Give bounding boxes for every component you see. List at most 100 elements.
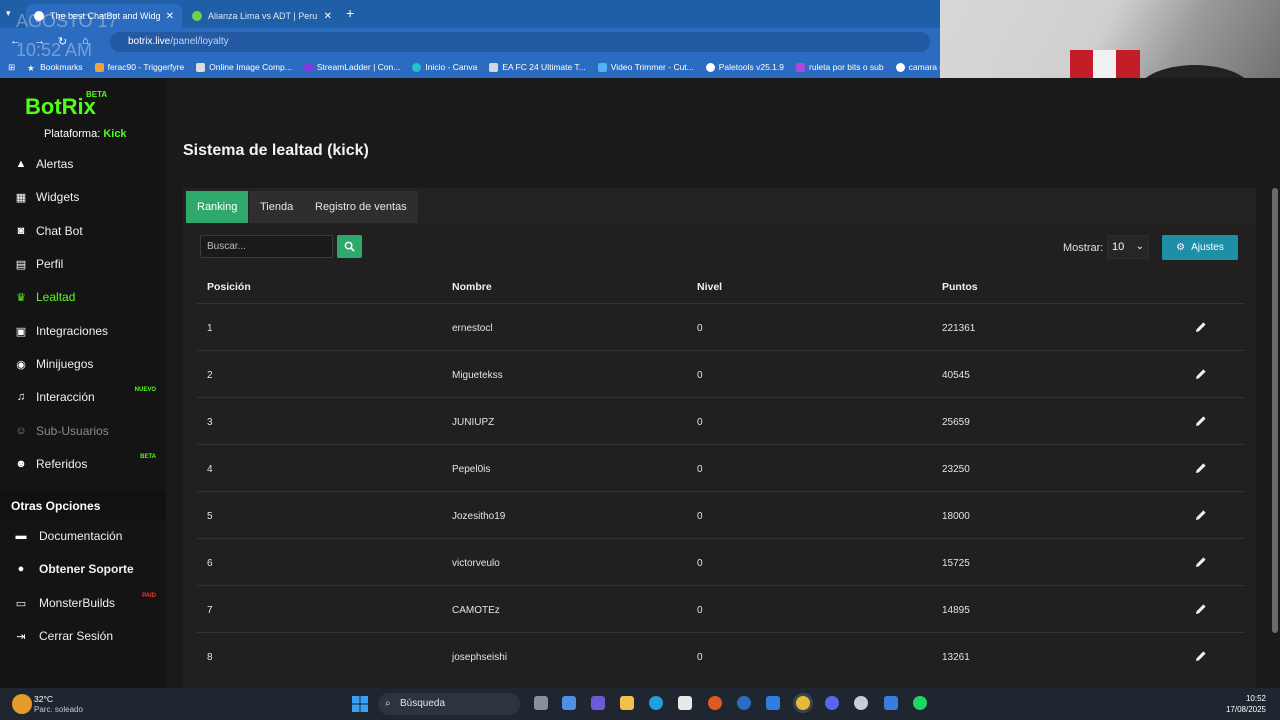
sidebar-item-perfil[interactable]: ▤ Perfil	[0, 249, 166, 279]
cell-points: 13261	[942, 652, 970, 663]
app-icon[interactable]	[854, 696, 868, 710]
windows-start-icon[interactable]	[352, 696, 368, 712]
edit-pencil-icon[interactable]	[1195, 415, 1207, 427]
edit-pencil-icon[interactable]	[1195, 603, 1207, 615]
weather-sun-icon[interactable]	[12, 694, 32, 714]
bookmark-item[interactable]: Video Trimmer - Cut...	[597, 62, 694, 72]
app-icon[interactable]	[884, 696, 898, 710]
music-icon: ♫	[16, 391, 26, 403]
cell-points: 18000	[942, 511, 970, 522]
sidebar-item-monsterbuilds[interactable]: ▭ MonsterBuilds PAID	[0, 588, 166, 618]
discord-icon[interactable]	[825, 696, 839, 710]
page-scrollbar[interactable]	[1270, 188, 1280, 688]
browser-tab-alianza[interactable]: Alianza Lima vs ADT | Peru Liga ✕	[184, 4, 340, 28]
new-tab-icon[interactable]: +	[346, 5, 354, 21]
task-view-icon[interactable]	[534, 696, 548, 710]
sidebar-item-label: Obtener Soporte	[39, 562, 134, 576]
cell-position: 2	[207, 370, 213, 381]
sidebar-item-chat-bot[interactable]: ◙ Chat Bot	[0, 216, 166, 246]
bookmark-item[interactable]: ferac90 - Triggerfyre	[94, 62, 184, 72]
sidebar-item-interaccion[interactable]: ♫ Interacción NUEVO	[0, 382, 166, 412]
search-input[interactable]: Buscar...	[200, 235, 333, 258]
help-icon: ●	[17, 563, 25, 575]
bookmark-item[interactable]: Inicio - Canva	[412, 62, 477, 72]
tab-registro-ventas[interactable]: Registro de ventas	[304, 191, 418, 223]
search-button[interactable]	[337, 235, 362, 258]
bookmark-item[interactable]: Paletools v25.1.9	[705, 62, 784, 72]
sidebar-item-minijuegos[interactable]: ◉ Minijuegos	[0, 349, 166, 379]
cell-level: 0	[697, 464, 703, 475]
sidebar-item-label: Lealtad	[36, 290, 76, 304]
photos-icon[interactable]	[766, 696, 780, 710]
column-header-posicion[interactable]: Posición	[207, 281, 251, 293]
cell-level: 0	[697, 417, 703, 428]
page-size-select[interactable]: 10 ⌄	[1107, 235, 1149, 259]
sidebar-item-label: Alertas	[36, 157, 74, 171]
tab-search-chevron-icon[interactable]: ▾	[6, 8, 11, 19]
bookmarks-bar: ⊞ ★ Bookmarks ferac90 - Triggerfyre Onlin…	[0, 56, 940, 78]
bookmark-item[interactable]: ruleta por bits o sub	[795, 62, 884, 72]
url-field[interactable]: botrix.live/panel/loyalty	[110, 32, 930, 52]
cell-position: 6	[207, 558, 213, 569]
show-label: Mostrar:	[1063, 242, 1104, 254]
apps-icon[interactable]: ⊞	[8, 62, 15, 73]
weather-temperature[interactable]: 32°C	[34, 694, 53, 704]
sidebar-item-alertas[interactable]: ▲ Alertas	[0, 149, 166, 179]
column-header-puntos[interactable]: Puntos	[942, 281, 978, 293]
edit-pencil-icon[interactable]	[1195, 368, 1207, 380]
sidebar-item-cerrar-sesion[interactable]: ⇥ Cerrar Sesión	[0, 621, 166, 651]
bookmark-item[interactable]: ★ Bookmarks	[27, 62, 83, 73]
cell-name: victorveulo	[452, 558, 500, 569]
cell-level: 0	[697, 323, 703, 334]
file-explorer-icon[interactable]	[620, 696, 634, 710]
bookmark-item[interactable]: Online Image Comp...	[196, 62, 292, 72]
new-badge: NUEVO	[134, 387, 156, 393]
sidebar-item-integraciones[interactable]: ▣ Integraciones	[0, 316, 166, 346]
edit-pencil-icon[interactable]	[1195, 462, 1207, 474]
laptop-icon: ▭	[15, 597, 27, 610]
taskbar-clock-date[interactable]: 17/08/2025	[1210, 705, 1266, 714]
taskbar-search[interactable]: ⌕ Búsqueda	[378, 693, 520, 715]
gamepad-icon: ◉	[16, 358, 26, 371]
edit-pencil-icon[interactable]	[1195, 650, 1207, 662]
copilot-icon[interactable]	[562, 696, 576, 710]
taskbar-clock-time[interactable]: 10:52	[1216, 694, 1266, 703]
close-tab-icon[interactable]: ✕	[324, 11, 332, 22]
users-icon: ☺	[15, 425, 27, 437]
sidebar-item-sub-usuarios[interactable]: ☺ Sub-Usuarios	[0, 416, 166, 446]
bookmark-item[interactable]: StreamLadder | Con...	[303, 62, 400, 72]
bookmark-item[interactable]: EA FC 24 Ultimate T...	[489, 62, 586, 72]
chrome-icon[interactable]	[796, 696, 810, 710]
tab-ranking[interactable]: Ranking	[186, 191, 249, 223]
book-icon: ▬	[15, 530, 27, 542]
sidebar-item-label: Referidos	[36, 457, 88, 471]
store-icon[interactable]	[678, 696, 692, 710]
tab-title: Alianza Lima vs ADT | Peru Liga	[208, 11, 318, 21]
column-header-nivel[interactable]: Nivel	[697, 281, 722, 293]
edit-pencil-icon[interactable]	[1195, 321, 1207, 333]
sidebar-item-soporte[interactable]: ● Obtener Soporte	[0, 554, 166, 584]
settings-button[interactable]: ⚙ Ajustes	[1162, 235, 1238, 260]
tab-tienda[interactable]: Tienda	[249, 191, 305, 223]
edge-icon[interactable]	[649, 696, 663, 710]
close-tab-icon[interactable]: ✕	[166, 11, 174, 22]
cell-points: 221361	[942, 323, 976, 334]
platform-indicator: Plataforma: Kick	[44, 128, 127, 140]
sidebar-item-label: Minijuegos	[36, 357, 94, 371]
spotify-icon[interactable]	[913, 696, 927, 710]
scrollbar-thumb[interactable]	[1272, 188, 1278, 633]
bookmark-item[interactable]: camara cel	[895, 62, 940, 72]
weather-description[interactable]: Parc. soleado	[34, 705, 83, 714]
sidebar-item-lealtad[interactable]: ♛ Lealtad	[0, 282, 166, 312]
edit-pencil-icon[interactable]	[1195, 509, 1207, 521]
cell-position: 4	[207, 464, 213, 475]
app-icon[interactable]	[708, 696, 722, 710]
edit-pencil-icon[interactable]	[1195, 556, 1207, 568]
sidebar-item-widgets[interactable]: ▦ Widgets	[0, 182, 166, 212]
teams-icon[interactable]	[591, 696, 605, 710]
sidebar-item-documentacion[interactable]: ▬ Documentación	[0, 521, 166, 551]
sidebar-item-referidos[interactable]: ☻ Referidos BETA	[0, 449, 166, 479]
mail-icon[interactable]	[737, 696, 751, 710]
column-header-nombre[interactable]: Nombre	[452, 281, 492, 293]
other-options-heading: Otras Opciones	[0, 491, 166, 521]
